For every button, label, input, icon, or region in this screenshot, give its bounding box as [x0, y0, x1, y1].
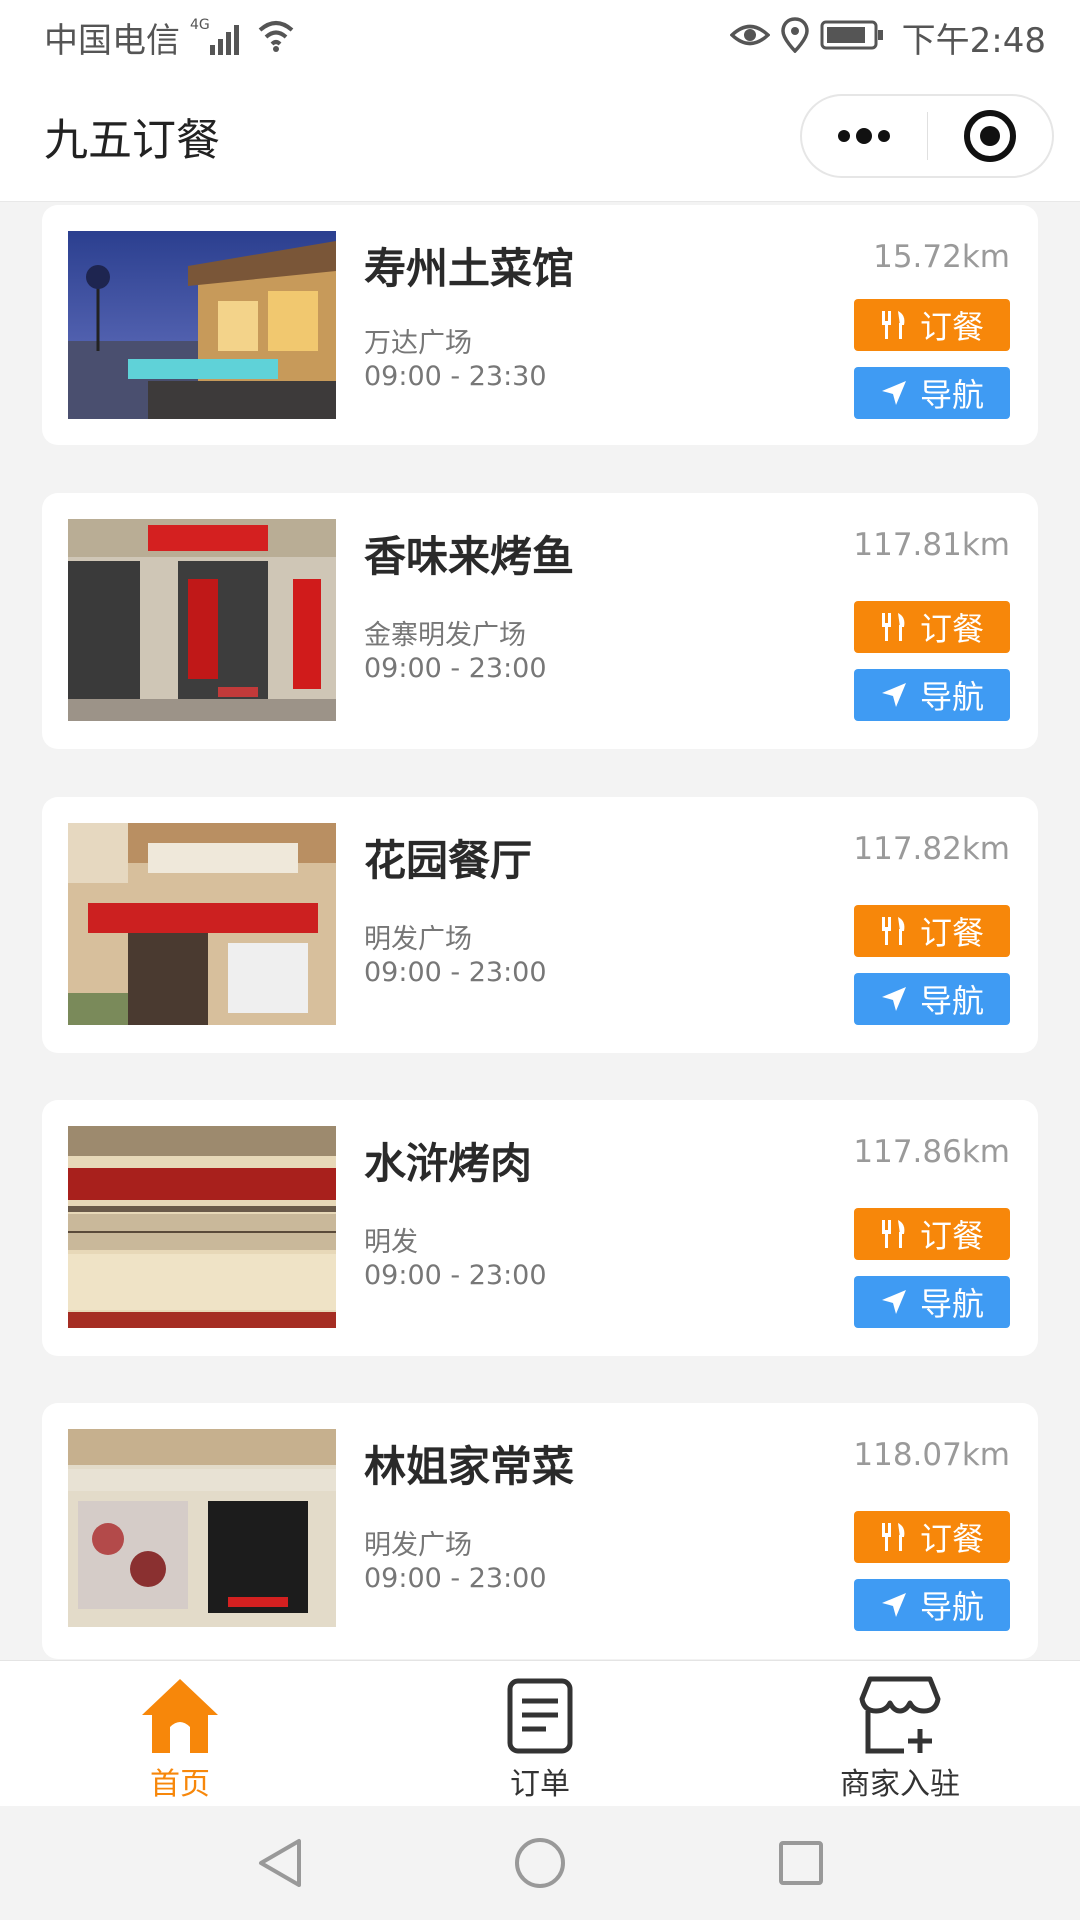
restaurant-photo	[68, 823, 336, 1025]
order-button-label: 订餐	[919, 1520, 984, 1558]
clock-time: 下午2:48	[901, 20, 1046, 61]
restaurant-card[interactable]: 香味来烤鱼 金寨明发广场 09:00 - 23:00 117.81km 订餐 导…	[42, 493, 1038, 749]
system-navigation-bar	[0, 1806, 1080, 1920]
order-button[interactable]: 订餐	[854, 601, 1010, 653]
navigate-button-label: 导航	[919, 1285, 984, 1323]
fork-knife-icon	[881, 1523, 905, 1551]
location-icon	[780, 17, 810, 57]
restaurant-photo	[68, 231, 336, 419]
navigate-button-label: 导航	[919, 982, 984, 1020]
restaurant-photo	[68, 1126, 336, 1328]
home-icon	[142, 1679, 218, 1753]
bottom-tab-bar: 首页 订单 商家入驻	[0, 1660, 1080, 1806]
signal-icon: 4G	[190, 17, 246, 57]
restaurant-distance: 117.81km	[853, 527, 1010, 563]
navigation-arrow-icon	[881, 683, 906, 707]
miniprogram-capsule	[800, 94, 1054, 178]
restaurant-card[interactable]: 水浒烤肉 明发 09:00 - 23:00 117.86km 订餐 导航	[42, 1100, 1038, 1356]
back-triangle-icon[interactable]	[255, 1837, 303, 1889]
app-header: 九五订餐	[0, 74, 1080, 202]
restaurant-location: 金寨明发广场	[364, 620, 526, 651]
order-button-label: 订餐	[919, 308, 984, 346]
restaurant-hours: 09:00 - 23:00	[364, 653, 547, 684]
tab-home[interactable]: 首页	[80, 1671, 280, 1803]
home-circle-icon[interactable]	[513, 1836, 567, 1890]
navigate-button-label: 导航	[919, 678, 984, 716]
restaurant-name: 花园餐厅	[364, 836, 533, 885]
page-title: 九五订餐	[44, 115, 220, 166]
more-button[interactable]	[802, 96, 927, 176]
order-button[interactable]: 订餐	[854, 905, 1010, 957]
navigation-arrow-icon	[881, 987, 906, 1011]
restaurant-name: 林姐家常菜	[364, 1442, 575, 1491]
tab-orders-label: 订单	[510, 1767, 570, 1802]
fork-knife-icon	[881, 613, 905, 641]
tab-merchant-join-label: 商家入驻	[840, 1767, 960, 1802]
restaurant-location: 明发广场	[364, 924, 472, 955]
navigate-button-label: 导航	[919, 1588, 984, 1626]
navigate-button-label: 导航	[919, 376, 984, 414]
order-button[interactable]: 订餐	[854, 1511, 1010, 1563]
restaurant-distance: 15.72km	[873, 239, 1010, 275]
restaurant-location: 万达广场	[364, 328, 472, 359]
restaurant-distance: 117.86km	[853, 1134, 1010, 1170]
restaurant-card[interactable]: 林姐家常菜 明发广场 09:00 - 23:00 118.07km 订餐 导航	[42, 1403, 1038, 1659]
navigation-arrow-icon	[881, 381, 906, 405]
order-button-label: 订餐	[919, 1217, 984, 1255]
merchant-store-icon	[859, 1676, 941, 1754]
order-button-label: 订餐	[919, 610, 984, 648]
navigate-button[interactable]: 导航	[854, 1579, 1010, 1631]
navigate-button[interactable]: 导航	[854, 1276, 1010, 1328]
restaurant-hours: 09:00 - 23:00	[364, 957, 547, 988]
restaurant-hours: 09:00 - 23:30	[364, 361, 547, 392]
restaurant-card[interactable]: 寿州土菜馆 万达广场 09:00 - 23:30 15.72km 订餐 导航	[42, 205, 1038, 445]
fork-knife-icon	[881, 311, 905, 339]
close-miniprogram-button[interactable]	[928, 96, 1053, 176]
restaurant-distance: 118.07km	[853, 1437, 1010, 1473]
navigate-button[interactable]: 导航	[854, 367, 1010, 419]
order-button-label: 订餐	[919, 914, 984, 952]
restaurant-name: 寿州土菜馆	[364, 244, 575, 293]
tab-home-label: 首页	[150, 1767, 210, 1802]
tab-merchant-join[interactable]: 商家入驻	[800, 1671, 1000, 1803]
order-button[interactable]: 订餐	[854, 1208, 1010, 1260]
restaurant-location: 明发广场	[364, 1530, 472, 1561]
restaurant-hours: 09:00 - 23:00	[364, 1260, 547, 1291]
target-close-icon	[963, 110, 1016, 162]
fork-knife-icon	[881, 1220, 905, 1248]
restaurant-photo	[68, 519, 336, 721]
restaurant-photo	[68, 1429, 336, 1627]
status-bar: 中国电信 4G 下午2:48	[0, 0, 1080, 74]
wifi-icon	[256, 18, 296, 56]
restaurant-location: 明发	[364, 1227, 418, 1258]
carrier-label: 中国电信	[44, 20, 180, 61]
tab-orders[interactable]: 订单	[440, 1671, 640, 1803]
order-button[interactable]: 订餐	[854, 299, 1010, 351]
navigation-arrow-icon	[881, 1290, 906, 1314]
restaurant-distance: 117.82km	[853, 831, 1010, 867]
order-list-icon	[507, 1678, 573, 1754]
battery-icon	[820, 19, 884, 55]
restaurant-card[interactable]: 花园餐厅 明发广场 09:00 - 23:00 117.82km 订餐 导航	[42, 797, 1038, 1053]
eye-icon	[729, 20, 771, 54]
restaurant-name: 水浒烤肉	[364, 1139, 533, 1188]
restaurant-hours: 09:00 - 23:00	[364, 1563, 547, 1594]
navigate-button[interactable]: 导航	[854, 669, 1010, 721]
navigate-button[interactable]: 导航	[854, 973, 1010, 1025]
fork-knife-icon	[881, 917, 905, 945]
navigation-arrow-icon	[881, 1593, 906, 1617]
restaurant-name: 香味来烤鱼	[364, 532, 575, 581]
more-dots-icon	[838, 128, 891, 144]
recents-square-icon[interactable]	[777, 1839, 825, 1887]
